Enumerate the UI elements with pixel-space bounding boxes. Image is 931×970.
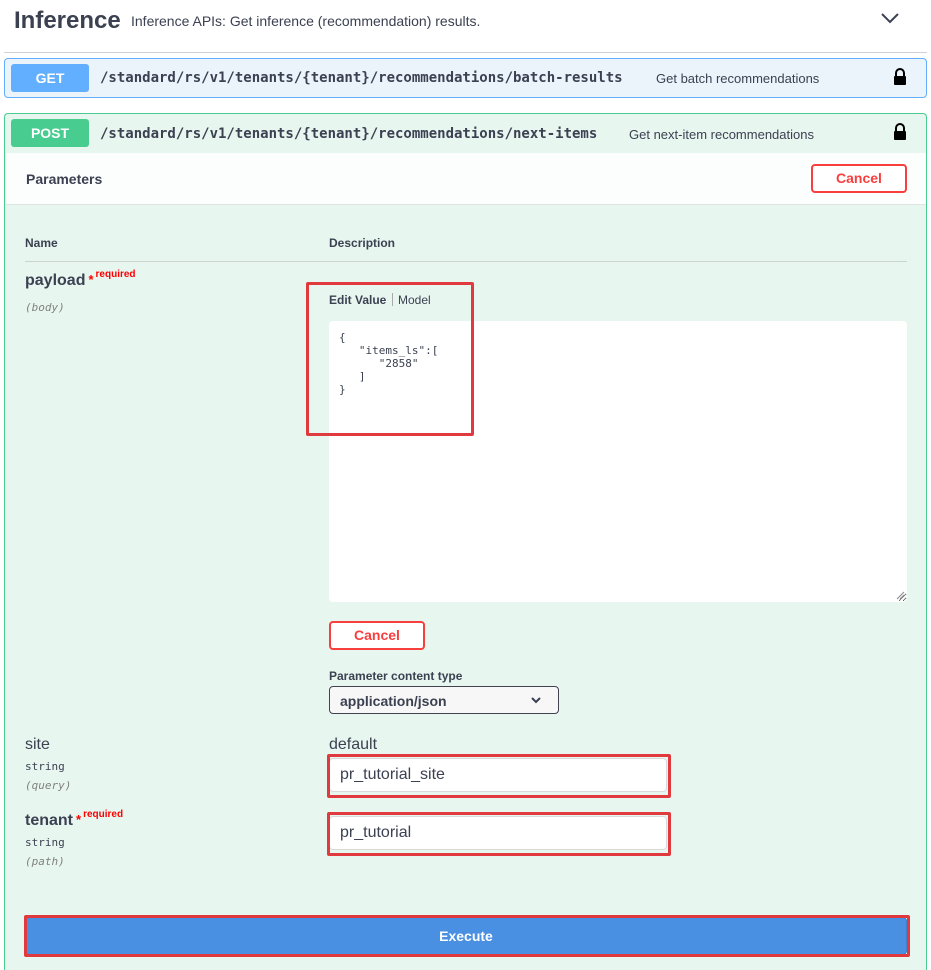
tag-description: Inference APIs: Get inference (recommend… — [131, 13, 481, 29]
header-divider — [25, 261, 907, 262]
param-type-tenant: string — [25, 836, 65, 849]
execute-button[interactable]: Execute — [25, 917, 907, 955]
method-badge-post[interactable]: POST — [11, 119, 89, 147]
required-star: * — [88, 272, 94, 287]
cancel-edit-button[interactable]: Cancel — [329, 621, 425, 650]
post-operation: POST /standard/rs/v1/tenants/{tenant}/re… — [4, 113, 927, 970]
content-type-value: application/json — [340, 693, 447, 709]
payload-body-textarea[interactable]: { "items_ls":[ "2858" ] } — [329, 321, 907, 602]
tab-edit-value[interactable]: Edit Value — [329, 293, 386, 307]
cancel-try-out-button[interactable]: Cancel — [811, 164, 907, 193]
required-label: required — [95, 269, 136, 280]
tag-title: Inference — [14, 7, 121, 34]
param-default-label: default — [329, 736, 378, 753]
method-badge-get: GET — [11, 64, 89, 92]
operation-path-post[interactable]: /standard/rs/v1/tenants/{tenant}/recomme… — [100, 126, 597, 142]
content-type-label: Parameter content type — [329, 669, 463, 683]
param-name-tenant: tenant * required — [25, 809, 124, 830]
tag-header[interactable]: Inference Inference APIs: Get inference … — [4, 0, 927, 53]
operation-path-get: /standard/rs/v1/tenants/{tenant}/recomme… — [100, 70, 623, 86]
param-location-payload: (body) — [25, 301, 65, 314]
tab-model[interactable]: Model — [398, 293, 431, 307]
param-type-site: string — [25, 760, 65, 773]
param-name-payload: payload * required — [25, 269, 136, 290]
tab-divider — [392, 293, 393, 306]
column-header-description: Description — [329, 236, 396, 250]
lock-icon[interactable] — [893, 123, 907, 141]
site-input[interactable] — [329, 758, 667, 792]
select-chevron-icon — [531, 697, 541, 704]
operation-summary-get: Get batch recommendations — [656, 71, 820, 86]
required-label: required — [83, 809, 124, 820]
param-location-site: (query) — [25, 779, 72, 792]
content-type-select[interactable]: application/json — [329, 686, 559, 714]
parameters-bar: Parameters Cancel — [6, 153, 926, 205]
param-name-site: site — [25, 736, 50, 753]
get-operation[interactable]: GET /standard/rs/v1/tenants/{tenant}/rec… — [4, 58, 927, 98]
chevron-down-icon[interactable] — [880, 10, 900, 26]
param-name-label: tenant — [25, 812, 73, 829]
tenant-input[interactable] — [329, 816, 667, 850]
parameters-title: Parameters — [26, 171, 103, 187]
column-header-name: Name — [25, 236, 58, 250]
param-location-tenant: (path) — [25, 855, 65, 868]
required-star: * — [76, 812, 82, 827]
param-name-label: payload — [25, 272, 86, 289]
lock-icon[interactable] — [893, 68, 907, 86]
resize-grip-icon[interactable] — [896, 591, 905, 600]
operation-summary-post: Get next-item recommendations — [629, 127, 814, 142]
